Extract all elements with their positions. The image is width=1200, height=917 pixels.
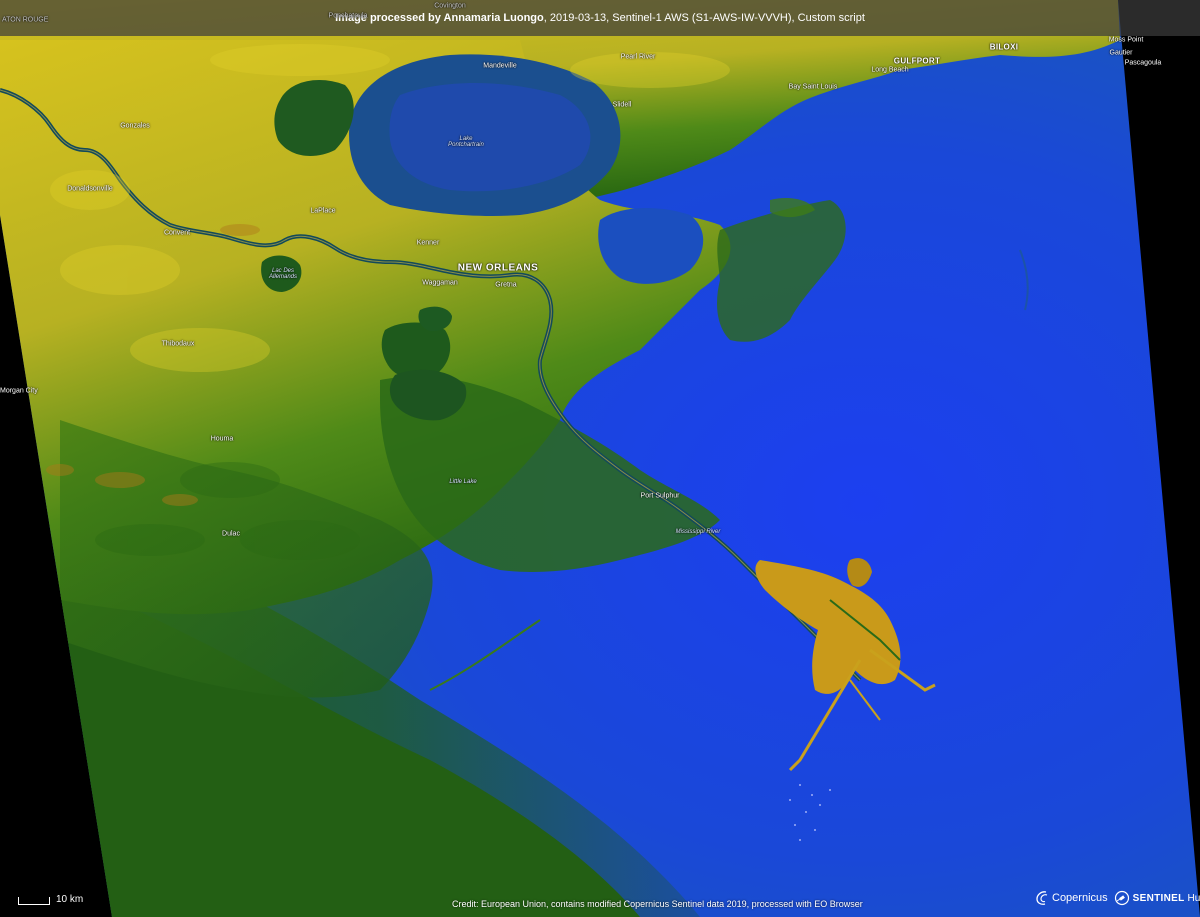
label-slidell: Slidell <box>612 101 632 109</box>
label-long-beach: Long Beach <box>871 66 909 74</box>
data-credit: Credit: European Union, contains modifie… <box>452 899 863 909</box>
label-biloxi: BILOXI <box>989 42 1019 52</box>
label-houma: Houma <box>210 435 234 443</box>
label-gretna: Gretna <box>495 281 517 289</box>
label-gulfport: GULFPORT <box>893 56 941 66</box>
logo-group: Copernicus SENTINEL Hub <box>1036 890 1200 906</box>
label-laplace: LaPlace <box>310 207 336 215</box>
sentinel-hub-text: Hub <box>1187 892 1200 904</box>
label-covington: Covington <box>434 2 466 10</box>
sentinel-logo-text: SENTINEL <box>1132 892 1185 904</box>
label-lake-pontchartrain: Lake Pontchartrain <box>448 136 484 148</box>
image-swath <box>0 0 1200 917</box>
scale-bar: 10 km <box>18 895 83 905</box>
label-lac-des-allemands: Lac Des Allemands <box>268 268 298 280</box>
label-port-sulphur: Port Sulphur <box>640 492 680 500</box>
label-mandeville: Mandeville <box>483 62 517 70</box>
image-details-label: , 2019-03-13, Sentinel-1 AWS (S1-AWS-IW-… <box>543 12 865 24</box>
label-kenner: Kenner <box>416 239 440 247</box>
label-gonzales: Gonzales <box>120 122 150 130</box>
label-bay-saint-louis: Bay Saint Louis <box>788 83 838 91</box>
label-gautier: Gautier <box>1109 49 1133 57</box>
copernicus-logo: Copernicus <box>1036 890 1108 906</box>
label-little-lake: Little Lake <box>449 479 477 485</box>
label-baton-rouge: ATON ROUGE <box>2 16 49 24</box>
image-info-header: Image processed by Annamaria Luongo, 201… <box>0 0 1200 36</box>
scale-bar-line <box>18 897 50 905</box>
label-waggaman: Waggaman <box>422 279 458 287</box>
label-thibodaux: Thibodaux <box>161 340 195 348</box>
label-moss-point: Moss Point <box>1108 36 1144 44</box>
label-convent: Convent <box>163 229 191 237</box>
label-pascagoula: Pascagoula <box>1124 59 1162 67</box>
label-ponchatoula: Ponchatoula <box>328 12 368 20</box>
sentinel-hub-logo: SENTINEL Hub <box>1114 890 1200 906</box>
label-morgan-city: Morgan City <box>0 387 38 395</box>
copernicus-icon <box>1036 891 1048 905</box>
map-viewer: Image processed by Annamaria Luongo, 201… <box>0 0 1200 917</box>
label-donaldsonville: Donaldsonville <box>67 185 113 193</box>
scale-bar-label: 10 km <box>56 894 84 905</box>
sentinel-satellite-icon <box>1114 890 1129 906</box>
label-mississippi-river: Mississippi River <box>675 529 721 535</box>
sar-satellite-image <box>0 0 1200 917</box>
label-dulac: Dulac <box>222 530 240 538</box>
label-pearl-river: Pearl River <box>620 53 656 61</box>
copernicus-logo-text: Copernicus <box>1052 892 1108 904</box>
label-new-orleans: NEW ORLEANS <box>457 262 539 274</box>
image-info-text: Image processed by Annamaria Luongo, 201… <box>335 12 865 24</box>
